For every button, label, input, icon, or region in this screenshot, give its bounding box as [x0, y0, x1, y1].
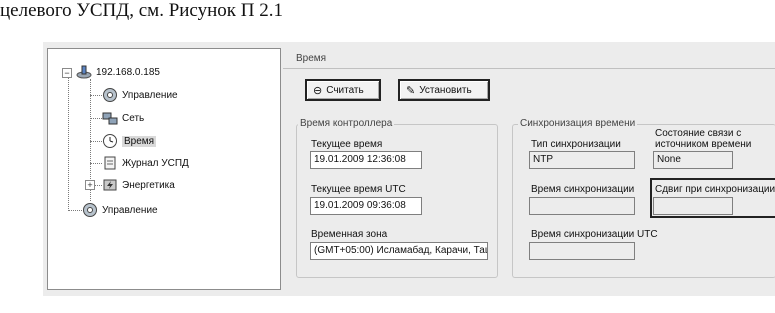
pencil-icon: ✎ [406, 84, 416, 97]
tree-node-root[interactable]: 192.168.0.185 [76, 64, 160, 80]
tree-node-label: Энергетика [122, 179, 175, 191]
sync-time-field[interactable] [529, 197, 635, 215]
clock-icon [102, 133, 118, 149]
tree-node-network[interactable]: Сеть [102, 110, 144, 126]
pane-title: Время [296, 53, 327, 64]
collapse-toggle-root[interactable]: − [62, 68, 72, 78]
current-utc-field[interactable]: 19.01.2009 09:36:08 [310, 197, 422, 215]
tree-node-label: Управление [102, 204, 158, 216]
sync-utc-field[interactable] [529, 242, 635, 260]
current-time-label: Текущее время [311, 139, 383, 150]
read-icon: ⊖ [313, 84, 323, 97]
gear-icon [82, 202, 98, 218]
tree-node-management-root[interactable]: Управление [82, 202, 158, 218]
link-state-label: Состояние связи с [655, 128, 742, 139]
tree-node-label: Журнал УСПД [122, 157, 189, 169]
tree-line [90, 95, 102, 96]
pane-title-divider [283, 68, 775, 69]
controller-time-legend: Время контроллера [298, 118, 395, 129]
gear-icon [102, 87, 118, 103]
tree-node-time[interactable]: Время [102, 133, 157, 149]
tree-node-label: Управление [122, 89, 178, 101]
read-button-label: Считать [326, 84, 364, 96]
timezone-field[interactable]: (GMT+05:00) Исламабад, Карачи, Таш [310, 242, 488, 260]
log-icon [102, 155, 118, 171]
link-state-label-2: источником времени [655, 139, 752, 150]
link-state-field[interactable]: None [653, 151, 733, 169]
sync-time-label: Время синхронизации [531, 184, 635, 195]
network-icon [102, 110, 118, 126]
energy-icon [102, 177, 118, 193]
timezone-label: Временная зона [311, 229, 388, 240]
tree-node-label: Время [122, 135, 157, 147]
sync-type-field[interactable]: NTP [529, 151, 635, 169]
sync-utc-label: Время синхронизации UTC [531, 229, 658, 240]
tree-line [90, 118, 102, 119]
tree-line [68, 210, 82, 211]
tree-line [68, 71, 69, 211]
set-button[interactable]: ✎ Установить [398, 79, 490, 101]
sync-legend: Синхронизация времени [518, 118, 638, 129]
tree-node-label: Сеть [122, 112, 145, 124]
tree-node-label: 192.168.0.185 [96, 66, 160, 78]
current-utc-label: Текущее время UTC [311, 184, 406, 195]
expand-toggle-energy[interactable]: + [85, 180, 95, 190]
current-time-field[interactable]: 19.01.2009 12:36:08 [310, 151, 422, 169]
network-device-icon [76, 64, 92, 80]
shift-field[interactable] [653, 197, 733, 215]
tree-node-management[interactable]: Управление [102, 87, 178, 103]
tree-line [90, 141, 102, 142]
document-caption: целевого УСПД, см. Рисунок П 2.1 [0, 0, 283, 21]
shift-label: Сдвиг при синхронизации [655, 184, 775, 195]
set-button-label: Установить [419, 84, 472, 96]
sync-type-label: Тип синхронизации [531, 139, 621, 150]
read-button[interactable]: ⊖ Считать [305, 79, 381, 101]
tree-node-energy[interactable]: Энергетика [102, 177, 175, 193]
tree-node-log[interactable]: Журнал УСПД [102, 155, 189, 171]
device-tree[interactable]: − + 192.168.0.185 Управление Сеть Время … [47, 48, 281, 290]
tree-line [90, 163, 102, 164]
